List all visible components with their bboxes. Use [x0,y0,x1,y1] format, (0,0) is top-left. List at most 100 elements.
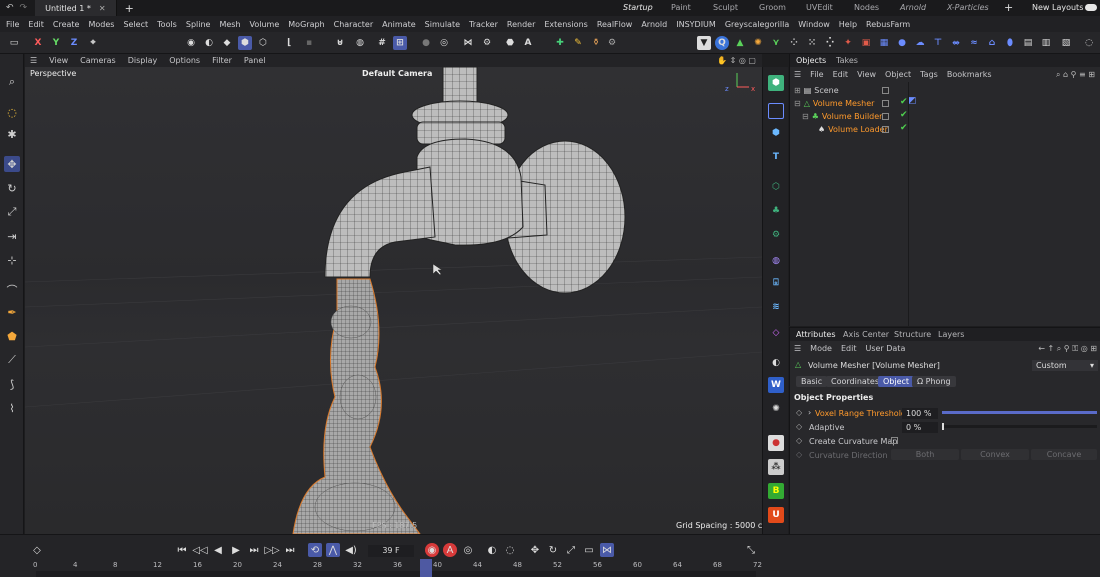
deformer-icon[interactable]: ⚱ [589,36,603,50]
workspace-nodes[interactable]: Nodes [854,0,879,16]
menu-window[interactable]: Window [798,20,830,29]
qr-icon[interactable]: Q [715,36,729,50]
axis-x-button[interactable]: X [31,36,45,50]
attributes-menu-userdata[interactable]: User Data [865,344,905,353]
axis-lock-icon[interactable]: ▪ [302,36,316,50]
menu-tools[interactable]: Tools [157,20,177,29]
key-pla-icon[interactable]: ⋈ [600,543,614,557]
word-icon[interactable]: W [768,377,784,393]
menu-extensions[interactable]: Extensions [544,20,587,29]
menu-greyscalegorilla[interactable]: Greyscalegorilla [725,20,789,29]
edges-mode-icon[interactable]: ◐ [202,36,216,50]
light-bulb-icon[interactable]: ✺ [768,401,784,417]
texture-mode-icon[interactable]: ⬡ [256,36,270,50]
keyframe-selection-icon[interactable]: ◎ [461,543,475,557]
arnold-icon[interactable]: A [521,36,535,50]
deformer-bend-icon[interactable]: ◍ [768,253,784,269]
keyframe-diamond-icon[interactable]: ◇ [796,436,802,445]
search-icon[interactable]: ◌ [1082,36,1096,50]
next-key-icon[interactable]: ▷▷ [264,543,279,557]
fluid-icon[interactable]: ≈ [967,36,981,50]
attributes-nav-icons[interactable]: ← ↑ ⌕ ⚲ ⚿ ◎ ⊞ [1038,344,1097,354]
symmetry-icon[interactable]: ⋈ [461,36,475,50]
points-mode-icon[interactable]: ◉ [184,36,198,50]
objects-menu-bookmarks[interactable]: Bookmarks [947,70,992,79]
axis-z-button[interactable]: Z [67,36,81,50]
viewport-menu-cameras[interactable]: Cameras [80,56,116,65]
soft-selection-icon[interactable]: ◍ [353,36,367,50]
go-to-start-icon[interactable]: ⏮ [175,543,189,557]
objects-search-icon[interactable]: ⌕ ⌂ ⚲ ≡ ⊞ [1056,70,1095,80]
object-row-volume-mesher[interactable]: ⊟ △ Volume Mesher [794,97,874,109]
traffic-light-icon[interactable]: ● [768,435,784,451]
loop-icon[interactable]: ⟲ [308,543,322,557]
playback-rate-icon[interactable]: ⋀ [326,543,340,557]
3d-viewport[interactable]: z x [25,67,762,534]
film-icon[interactable]: ▣ [859,36,873,50]
tag-icon[interactable]: ◩ [908,96,917,106]
coordinate-system-icon[interactable]: ⌖ [86,36,100,50]
key-diamond-icon[interactable]: ◇ [30,543,44,557]
move-icon[interactable]: ✥ [4,156,20,172]
model-mode-icon[interactable]: ▭ [7,36,21,50]
current-frame-field[interactable]: 39 F [368,545,414,557]
tree-icon[interactable]: ⁂ [768,459,784,475]
generator-cube-icon[interactable]: ⬡ [768,179,784,195]
live-selection-icon[interactable]: ◌ [4,104,20,120]
snap-icon[interactable]: ⊞ [393,36,407,50]
key-param-icon[interactable]: ▭ [582,543,596,557]
subtab-phong[interactable]: Ω Phong [912,376,956,387]
drop-icon[interactable]: ⬮ [1003,36,1017,50]
playhead[interactable] [420,559,432,577]
viewport-menu-display[interactable]: Display [128,56,158,65]
enabled-check-icon[interactable]: ✔ [900,110,908,120]
effector-icon[interactable]: ⚙ [768,227,784,243]
smooth-icon[interactable]: ⟆ [4,376,20,392]
tab-objects[interactable]: Objects [796,56,826,65]
brush-icon[interactable]: ⟋ [4,352,20,368]
hotkey-icon[interactable]: ⚙ [480,36,494,50]
axis-y-button[interactable]: Y [49,36,63,50]
selection-icon[interactable]: ✱ [4,126,20,142]
polygons-mode-icon[interactable]: ◆ [220,36,234,50]
cube-icon[interactable]: ⬢ [768,75,784,91]
dots-icon[interactable]: ⁙ [805,36,819,50]
menu-realflow[interactable]: RealFlow [597,20,633,29]
undo-icon[interactable]: ↶ [6,3,14,13]
curvature-map-checkbox[interactable] [891,437,898,444]
b-plugin-icon[interactable]: B [768,483,784,499]
key-position-icon[interactable]: ◐ [485,543,499,557]
previous-frame-icon[interactable]: ◀ [211,543,225,557]
mode-select[interactable]: Custom ▾ [1032,360,1098,371]
pivot-icon[interactable]: ⊹ [4,252,20,268]
timeline-expand-icon[interactable]: ⤡ [744,543,758,557]
document-tab[interactable]: Untitled 1 * ✕ [35,0,117,16]
play-icon[interactable]: ▶ [229,543,243,557]
menu-edit[interactable]: Edit [28,20,44,29]
menu-rebusfarm[interactable]: RebusFarm [866,20,910,29]
paint-icon[interactable]: ⌇ [4,400,20,416]
settings-icon[interactable]: ⚙ [605,36,619,50]
preview-render-icon[interactable]: ▤ [1021,36,1035,50]
menu-animate[interactable]: Animate [382,20,416,29]
expand-icon[interactable]: ⊟ [794,99,801,108]
zoom-icon[interactable]: ⌕ [4,74,20,90]
grid-snap-icon[interactable]: # [375,36,389,50]
render-icon[interactable]: ▥ [1039,36,1053,50]
tab-structure[interactable]: Structure [894,330,931,339]
object-row-scene[interactable]: ⊞ ▤ Scene [794,84,839,96]
menu-spline[interactable]: Spline [186,20,211,29]
workspace-paint[interactable]: Paint [671,0,691,16]
attributes-menu-mode[interactable]: Mode [810,344,832,353]
menu-create[interactable]: Create [53,20,80,29]
workplane-icon[interactable]: ⌊ [282,36,296,50]
visibility-toggle[interactable] [882,113,889,120]
knife-icon[interactable]: ⬟ [4,328,20,344]
visibility-toggle[interactable] [882,100,889,107]
cloner-icon[interactable]: ♣ [768,203,784,219]
viewport-menu-view[interactable]: View [49,56,68,65]
menu-simulate[interactable]: Simulate [425,20,460,29]
auto-key-icon[interactable]: A [443,543,457,557]
voxel-range-slider[interactable] [942,411,1097,414]
generator-icon[interactable]: ✎ [571,36,585,50]
